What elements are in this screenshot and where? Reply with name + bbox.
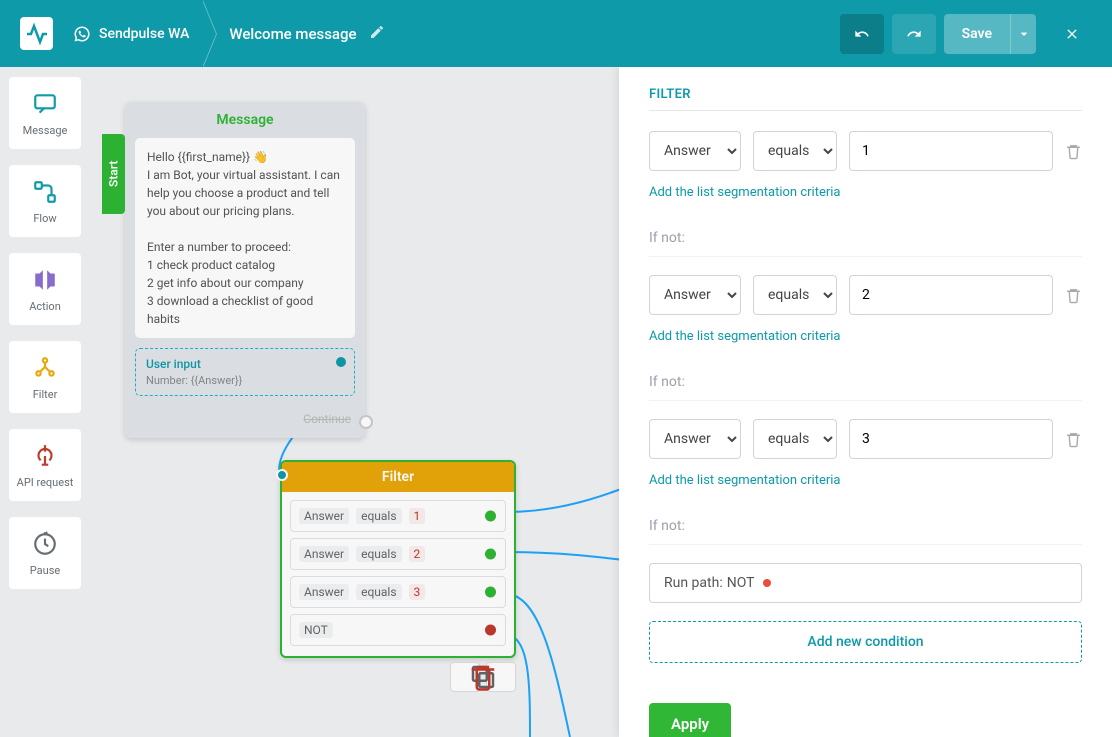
- condition-value-input[interactable]: [849, 275, 1053, 315]
- run-path-value: NOT: [727, 575, 755, 591]
- condition-row: Answer equals: [649, 419, 1082, 459]
- bot-name-text: Sendpulse WA: [99, 26, 189, 42]
- sidebar-item-pause[interactable]: Pause: [9, 517, 81, 589]
- run-path-row[interactable]: Run path: NOT: [649, 563, 1082, 603]
- add-condition-button[interactable]: Add new condition: [649, 621, 1082, 663]
- condition-field-select[interactable]: Answer: [649, 131, 741, 171]
- run-path-dot: [763, 579, 771, 587]
- condition-field-select[interactable]: Answer: [649, 419, 741, 459]
- sidebar-item-api-request[interactable]: API request: [9, 429, 81, 501]
- if-not-label: If not:: [649, 230, 1082, 257]
- pause-icon: [29, 530, 61, 558]
- sidebar-item-flow[interactable]: Flow: [9, 165, 81, 237]
- header-actions: Save: [840, 14, 1092, 54]
- condition-value-input[interactable]: [849, 419, 1053, 459]
- filter-config-panel: FILTER Answer equals Add the list segmenta…: [619, 67, 1112, 737]
- condition-row: Answer equals: [649, 131, 1082, 171]
- element-sidebar: Message Flow Action Filter API request Pause: [0, 67, 91, 737]
- save-dropdown-button[interactable]: [1010, 14, 1036, 54]
- redo-icon: [906, 26, 922, 42]
- breadcrumb-separator: [189, 0, 229, 67]
- condition-operator-select[interactable]: equals: [753, 131, 837, 171]
- condition-row: Answer equals: [649, 275, 1082, 315]
- trash-icon: [1065, 431, 1082, 448]
- whatsapp-icon: [73, 25, 91, 43]
- message-icon: [29, 90, 61, 118]
- condition-field-select[interactable]: Answer: [649, 275, 741, 315]
- sidebar-item-label: Flow: [33, 212, 56, 225]
- add-segmentation-link[interactable]: Add the list segmentation criteria: [649, 185, 841, 200]
- undo-button[interactable]: [840, 14, 884, 54]
- condition-value-input[interactable]: [849, 131, 1053, 171]
- redo-button[interactable]: [892, 14, 936, 54]
- flow-icon: [29, 178, 61, 206]
- apply-button[interactable]: Apply: [649, 703, 731, 737]
- chevron-down-icon: [1016, 26, 1032, 42]
- delete-condition-button[interactable]: [1065, 143, 1082, 160]
- trash-icon: [1065, 143, 1082, 160]
- action-icon: [29, 266, 61, 294]
- flow-name-text: Welcome message: [229, 25, 356, 43]
- flow-name[interactable]: Welcome message: [229, 24, 384, 44]
- pulse-icon: [25, 22, 49, 46]
- api-icon: [29, 442, 61, 470]
- close-button[interactable]: [1052, 14, 1092, 54]
- sidebar-item-label: Message: [23, 124, 68, 137]
- condition-operator-select[interactable]: equals: [753, 275, 837, 315]
- sidebar-item-filter[interactable]: Filter: [9, 341, 81, 413]
- sidebar-item-label: API request: [17, 476, 74, 489]
- delete-condition-button[interactable]: [1065, 431, 1082, 448]
- run-path-prefix: Run path:: [664, 575, 723, 591]
- sidebar-item-label: Action: [29, 300, 61, 313]
- sidebar-item-action[interactable]: Action: [9, 253, 81, 325]
- sidebar-item-label: Pause: [30, 564, 60, 577]
- add-segmentation-link[interactable]: Add the list segmentation criteria: [649, 329, 841, 344]
- app-logo[interactable]: [20, 17, 53, 50]
- panel-title: FILTER: [649, 87, 1082, 111]
- header: Sendpulse WA Welcome message Save: [0, 0, 1112, 67]
- sidebar-item-label: Filter: [33, 388, 58, 401]
- if-not-label-final: If not:: [649, 518, 1082, 545]
- delete-condition-button[interactable]: [1065, 287, 1082, 304]
- condition-operator-select[interactable]: equals: [753, 419, 837, 459]
- save-button[interactable]: Save: [944, 14, 1010, 54]
- edit-icon[interactable]: [369, 24, 385, 44]
- close-icon: [1064, 26, 1080, 42]
- add-segmentation-link[interactable]: Add the list segmentation criteria: [649, 473, 841, 488]
- filter-icon: [29, 354, 61, 382]
- if-not-label: If not:: [649, 374, 1082, 401]
- trash-icon: [1065, 287, 1082, 304]
- bot-name[interactable]: Sendpulse WA: [73, 25, 189, 43]
- undo-icon: [854, 26, 870, 42]
- sidebar-item-message[interactable]: Message: [9, 77, 81, 149]
